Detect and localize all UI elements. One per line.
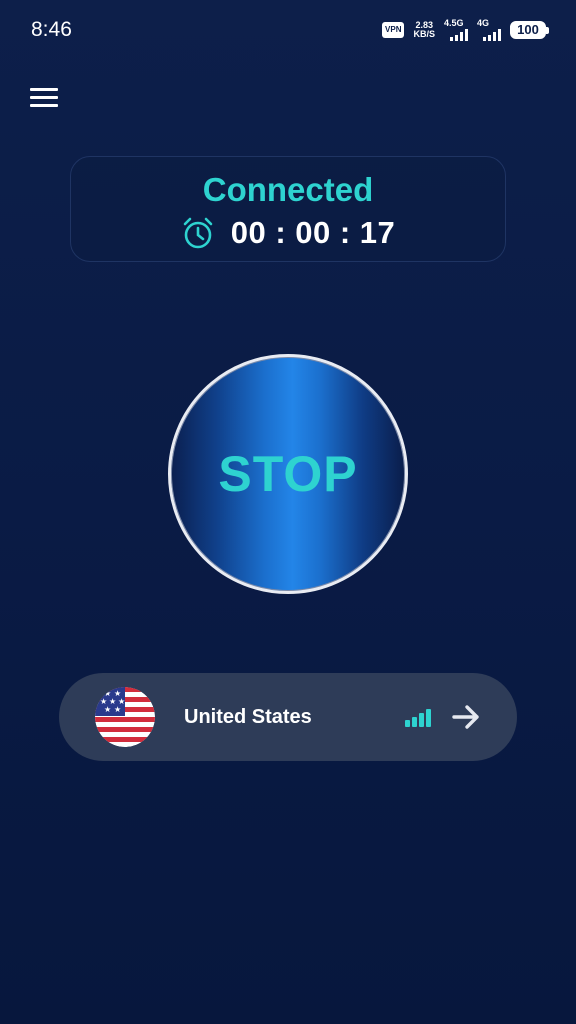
battery-icon: 100 <box>510 21 549 39</box>
connection-status-text: Connected <box>202 171 374 208</box>
alarm-clock-icon <box>183 217 213 249</box>
network-signal-secondary: 4G <box>477 19 501 41</box>
network-type-label: 4G <box>477 18 490 28</box>
network-speed: 2.83 KB/S <box>413 21 435 39</box>
stop-button[interactable]: STOP <box>168 354 408 594</box>
us-flag-icon: ★ ★ ★ ★ ★ ★ ★ <box>95 687 155 747</box>
cell-signal-icon <box>483 29 501 41</box>
network-type-label: 4.5G <box>444 18 464 28</box>
stop-button-label: STOP <box>218 446 358 502</box>
status-bar: 8:46 VPN 2.83 KB/S 4.5G 4G 100 <box>0 0 576 60</box>
timer-value: 00 : 00 : 17 <box>230 215 396 250</box>
connection-status-card: Connected 00 : 00 : 17 <box>70 156 506 262</box>
server-country-name: United States <box>184 706 312 728</box>
arrow-right-icon <box>452 705 479 729</box>
connection-timer: 00 : 00 : 17 <box>71 215 505 251</box>
speed-unit: KB/S <box>413 29 435 39</box>
vpn-badge: VPN <box>382 22 405 38</box>
svg-text:★: ★ <box>114 705 121 714</box>
status-icons: VPN 2.83 KB/S 4.5G 4G 100 <box>382 19 549 41</box>
signal-strength-icon <box>405 707 433 727</box>
cell-signal-icon <box>450 29 468 41</box>
hamburger-menu-icon[interactable] <box>30 86 60 108</box>
network-signal-primary: 4.5G <box>444 19 468 41</box>
server-selector[interactable]: ★ ★ ★ ★ ★ ★ ★ United States <box>59 673 517 761</box>
svg-text:★: ★ <box>104 705 111 714</box>
status-time: 8:46 <box>31 18 72 41</box>
